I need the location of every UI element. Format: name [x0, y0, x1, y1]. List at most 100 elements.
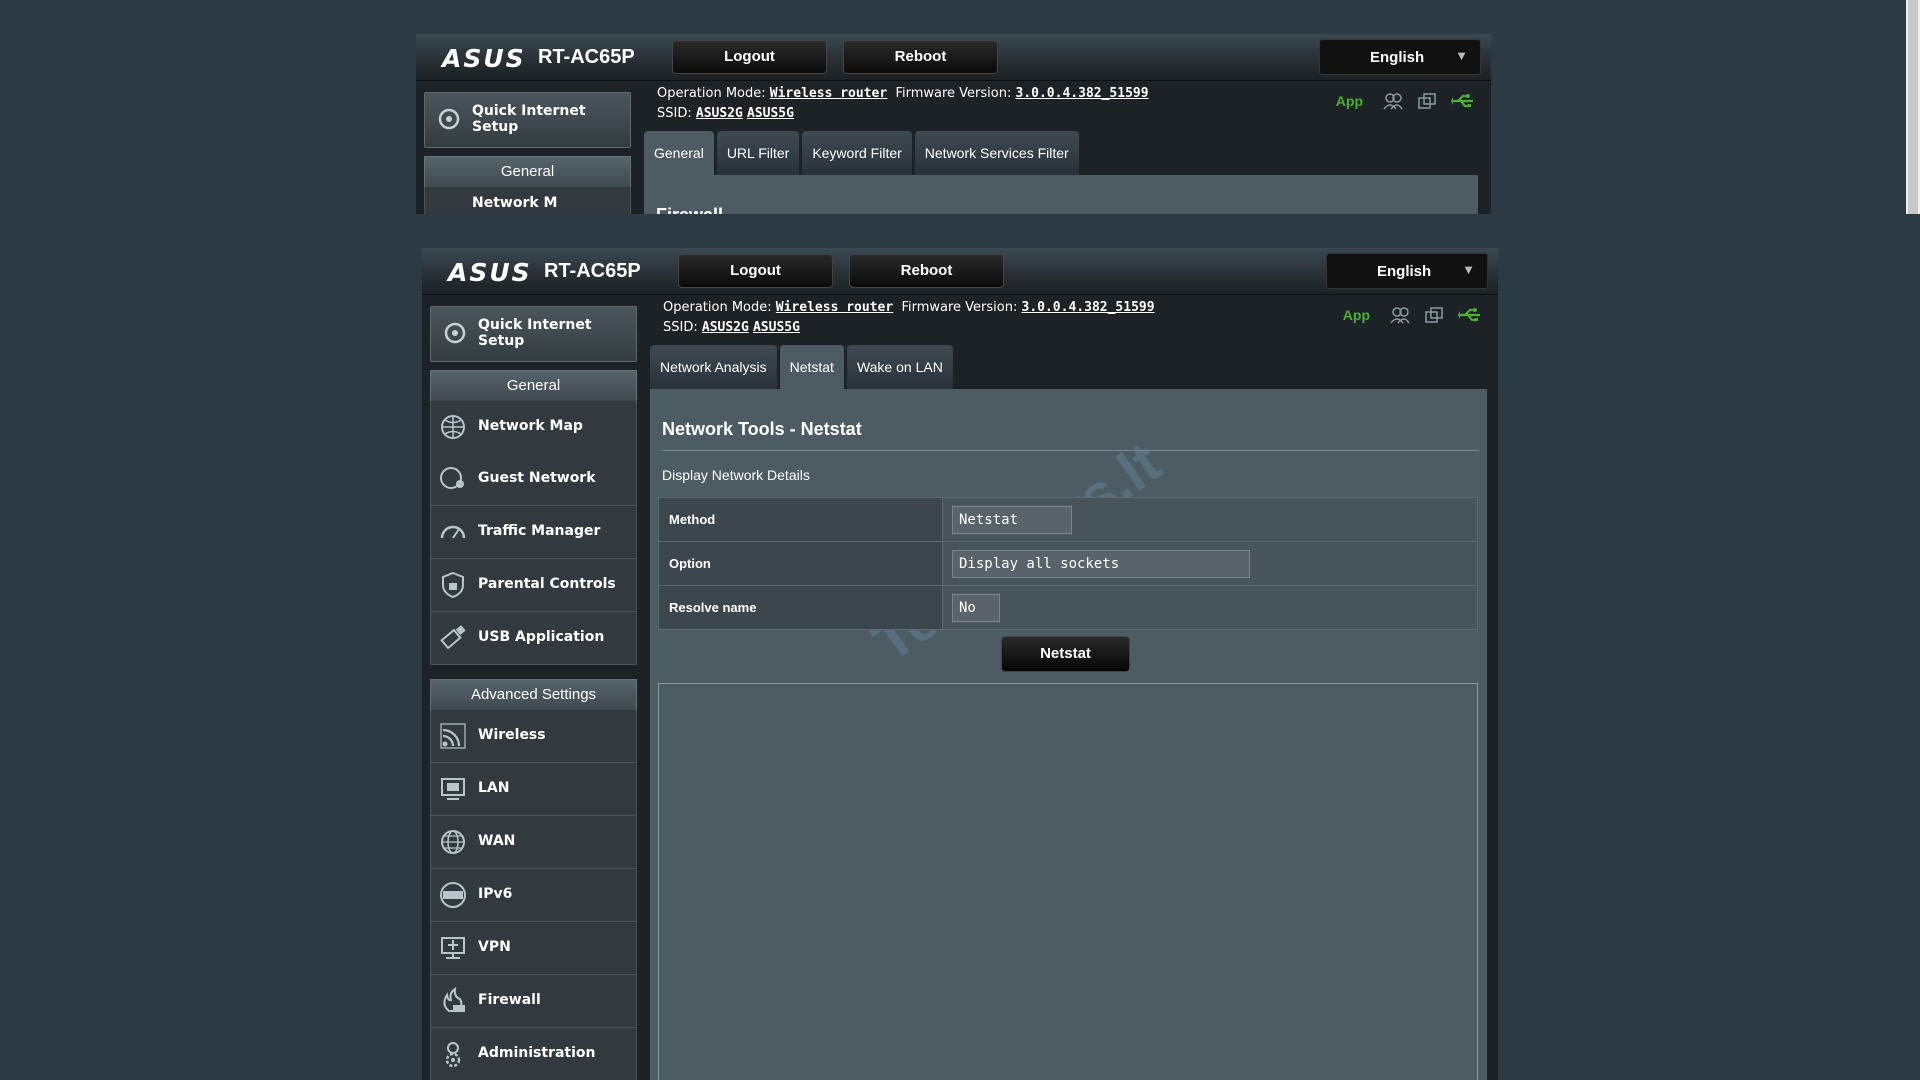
vpn-icon [441, 937, 465, 959]
page-scrollbar[interactable] [1906, 0, 1920, 214]
general-header: General [424, 156, 631, 188]
method-select[interactable]: Netstat [952, 505, 1072, 534]
sidebar-item-guest-network[interactable]: Guest Network [430, 453, 637, 506]
quick-setup-icon [438, 108, 460, 130]
ssid-label: SSID: [663, 320, 698, 335]
op-mode-link[interactable]: Wireless router [770, 86, 887, 101]
option-cell: Display all sockets [942, 541, 1478, 586]
top-router-window: ASUS RT-AC65P Logout Reboot English ▼ Op… [416, 34, 1491, 214]
general-header: General [430, 370, 637, 402]
quick-internet-setup-button[interactable]: Quick Internet Setup [424, 92, 631, 148]
sidebar-item-administration[interactable]: Administration [430, 1028, 637, 1080]
logout-button[interactable]: Logout [672, 40, 827, 74]
tab-general[interactable]: General [644, 131, 714, 175]
tab-netstat[interactable]: Netstat [779, 345, 844, 389]
firewall-partial-title: Firewall [656, 205, 723, 214]
sidebar-item-label: USB Application [478, 629, 605, 645]
ssid-5g-link[interactable]: ASUS5G [753, 320, 800, 335]
sidebar-item-label: Traffic Manager [478, 523, 601, 539]
chevron-down-icon: ▼ [1462, 262, 1475, 277]
op-mode-label: Operation Mode: [657, 86, 766, 101]
ssid-5g-link[interactable]: ASUS5G [747, 106, 794, 121]
lan-icon [441, 778, 465, 800]
method-cell: Netstat [942, 497, 1478, 542]
firewall-icon [443, 987, 465, 1012]
copy-icon[interactable] [1424, 306, 1444, 324]
tab-network-analysis[interactable]: Network Analysis [650, 345, 777, 389]
sidebar-item-label: Wireless [478, 727, 546, 743]
clients-icon[interactable] [1383, 92, 1403, 110]
quick-setup-icon [444, 322, 466, 344]
sidebar-item-label: IPv6 [478, 886, 513, 902]
scrollbar-thumb[interactable] [1908, 0, 1918, 214]
language-select[interactable]: English ▼ [1326, 253, 1488, 289]
sidebar-item-firewall[interactable]: Firewall [430, 975, 637, 1028]
option-select[interactable]: Display all sockets [952, 549, 1250, 578]
resolve-name-select[interactable]: No [952, 593, 1000, 622]
output-textarea[interactable] [658, 683, 1478, 1080]
sidebar-item-ipv6[interactable]: IPv6 [430, 869, 637, 922]
chevron-down-icon: ▼ [1455, 48, 1468, 63]
reboot-button[interactable]: Reboot [849, 254, 1004, 288]
firmware-label: Firmware Version: [895, 86, 1012, 101]
wan-icon [441, 830, 465, 854]
tab-network-services-filter[interactable]: Network Services Filter [914, 131, 1079, 175]
sidebar-item-label: Guest Network [478, 470, 596, 486]
tab-wake-on-lan[interactable]: Wake on LAN [846, 345, 953, 389]
sidebar-item-network-map-partial[interactable]: Network M [424, 187, 631, 214]
firmware-label: Firmware Version: [901, 300, 1018, 315]
asus-logo: ASUS [448, 258, 532, 287]
sidebar-item-label: Parental Controls [478, 576, 616, 592]
sidebar-item-label: WAN [478, 833, 516, 849]
sidebar-item-label: VPN [478, 939, 511, 955]
resolve-name-label: Resolve name [658, 585, 943, 630]
model-name: RT-AC65P [544, 260, 641, 282]
logout-button[interactable]: Logout [678, 254, 833, 288]
op-mode-label: Operation Mode: [663, 300, 772, 315]
usb-icon[interactable] [1458, 306, 1482, 324]
title-divider [662, 450, 1479, 451]
sidebar-item-label: Network Map [478, 418, 583, 434]
traffic-manager-icon [440, 525, 466, 539]
quick-setup-label: Quick Internet Setup [472, 103, 586, 135]
operation-mode-line: Operation Mode: Wireless router Firmware… [657, 86, 1149, 101]
ssid-line: SSID: ASUS2G ASUS5G [657, 106, 794, 121]
firmware-link[interactable]: 3.0.0.4.382_51599 [1022, 300, 1155, 315]
sidebar-item-traffic-manager[interactable]: Traffic Manager [430, 506, 637, 559]
sidebar-item-lan[interactable]: LAN [430, 763, 637, 816]
copy-icon[interactable] [1417, 92, 1437, 110]
top-content: Firewall [644, 175, 1478, 214]
app-link[interactable]: App [1336, 93, 1363, 109]
operation-mode-line: Operation Mode: Wireless router Firmware… [663, 300, 1155, 315]
sidebar-item-parental-controls[interactable]: Parental Controls [430, 559, 637, 612]
ssid-2g-link[interactable]: ASUS2G [702, 320, 749, 335]
clients-icon[interactable] [1390, 306, 1410, 324]
status-icons: App [1336, 92, 1475, 110]
tab-keyword-filter[interactable]: Keyword Filter [802, 131, 912, 175]
firmware-link[interactable]: 3.0.0.4.382_51599 [1016, 86, 1149, 101]
sidebar-item-vpn[interactable]: VPN [430, 922, 637, 975]
main-header: ASUS RT-AC65P Logout Reboot English ▼ [422, 248, 1498, 295]
app-link[interactable]: App [1343, 307, 1370, 323]
sidebar-item-usb-application[interactable]: USB Application [430, 612, 637, 665]
tab-url-filter[interactable]: URL Filter [716, 131, 800, 175]
wireless-icon [440, 723, 466, 749]
quick-internet-setup-button[interactable]: Quick Internet Setup [430, 306, 637, 362]
ipv6-icon [440, 882, 466, 908]
main-tabs: Network Analysis Netstat Wake on LAN [650, 345, 953, 389]
sidebar-item-wan[interactable]: WAN [430, 816, 637, 869]
netstat-run-button[interactable]: Netstat [1001, 636, 1130, 672]
method-label: Method [658, 497, 943, 542]
language-select[interactable]: English ▼ [1319, 39, 1481, 75]
page-subtitle: Display Network Details [662, 467, 810, 483]
op-mode-link[interactable]: Wireless router [776, 300, 893, 315]
sidebar-item-label: Administration [478, 1045, 596, 1061]
ssid-2g-link[interactable]: ASUS2G [696, 106, 743, 121]
reboot-button[interactable]: Reboot [843, 40, 998, 74]
sidebar-item-network-map[interactable]: Network Map [430, 401, 637, 454]
usb-application-icon [440, 625, 466, 650]
netstat-panel: TechNews.lt Network Tools - Netstat Disp… [650, 389, 1487, 1080]
usb-icon[interactable] [1451, 92, 1475, 110]
sidebar-item-wireless[interactable]: Wireless [430, 710, 637, 763]
ssid-line: SSID: ASUS2G ASUS5G [663, 320, 800, 335]
